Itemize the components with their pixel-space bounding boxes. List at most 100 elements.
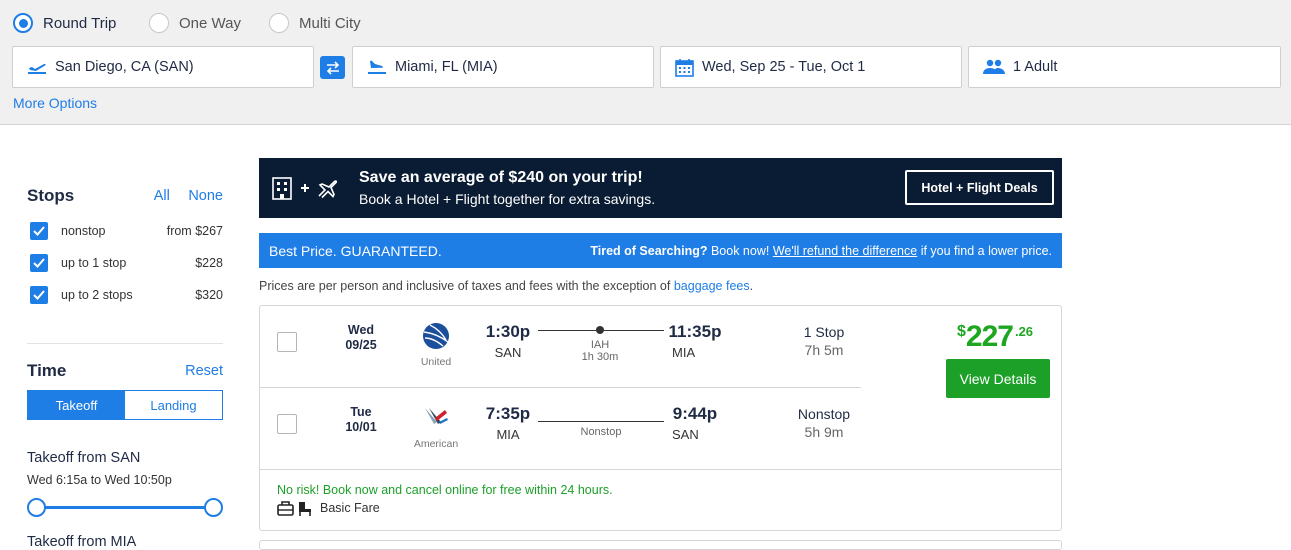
stop-dot-icon: [596, 326, 604, 334]
depart-time: 7:35p: [485, 404, 531, 423]
time-tabs: Takeoff Landing: [27, 390, 223, 420]
calendar-icon: [675, 58, 694, 77]
arrive-time: 9:44p: [672, 404, 718, 423]
next-result-card: [259, 540, 1062, 550]
stops-count: Nonstop: [797, 406, 851, 422]
select-leg-checkbox[interactable]: [277, 414, 297, 434]
travelers-field[interactable]: 1 Adult: [968, 46, 1281, 88]
airline-block: United: [406, 322, 466, 368]
stops-header: Stops All None: [27, 186, 223, 206]
round-trip-label: Round Trip: [43, 14, 117, 32]
return-leg: Tue 10/01 American 7:35p MIA Nonstop 9:4…: [260, 388, 860, 470]
airline-name: American: [413, 438, 459, 450]
american-logo-icon: [425, 408, 448, 424]
checkbox-checked-icon[interactable]: [30, 222, 48, 240]
leg-date-value: 09/25: [345, 338, 377, 352]
guarantee-label: Best Price. GUARANTEED.: [269, 243, 442, 259]
guarantee-text2: if you find a lower price.: [920, 243, 1052, 258]
slider-handle-min[interactable]: [27, 498, 46, 517]
time-title: Time: [27, 361, 67, 380]
depart-airport: SAN: [494, 345, 522, 360]
takeoff-mia-label: Takeoff from MIA: [27, 534, 137, 550]
radio-icon: [149, 13, 169, 33]
origin-field[interactable]: San Diego, CA (SAN): [12, 46, 314, 88]
view-details-button[interactable]: View Details: [946, 359, 1050, 398]
slider-handle-max[interactable]: [204, 498, 223, 517]
guarantee-right: Tired of Searching? Book now! We'll refu…: [590, 244, 1052, 258]
hotel-flight-promo: Save an average of $240 on your trip! Bo…: [259, 158, 1062, 218]
flight-result-card: Wed 09/25 United 1:30p SAN IAH 1h 30m 11…: [259, 305, 1062, 531]
one-way-label: One Way: [179, 14, 241, 32]
multi-city-label: Multi City: [299, 14, 361, 32]
outbound-leg: Wed 09/25 United 1:30p SAN IAH 1h 30m 11…: [260, 306, 861, 388]
notice-text: Prices are per person and inclusive of t…: [259, 279, 671, 293]
via-airport: IAH: [590, 339, 610, 351]
stops-block: 1 Stop 7h 5m: [764, 324, 884, 358]
more-options-link[interactable]: More Options: [13, 95, 97, 111]
via-label: Nonstop: [580, 426, 622, 438]
hotel-plane-icon: [272, 177, 338, 200]
guarantee-text: Best Price. GUARANTEED.: [269, 242, 442, 259]
route-line: [538, 421, 664, 422]
leg-date: Wed 09/25: [330, 323, 392, 353]
stop-price: $228: [195, 256, 223, 270]
price-notice: Prices are per person and inclusive of t…: [259, 279, 753, 293]
takeoff-san-slider-track: [35, 506, 215, 509]
stop-label: up to 1 stop: [61, 256, 127, 270]
stops-all-link[interactable]: All: [154, 188, 170, 204]
leg-date: Tue 10/01: [330, 405, 392, 435]
radio-selected-icon: [13, 13, 33, 33]
price-symbol: $: [957, 323, 966, 340]
baggage-fees-link[interactable]: baggage fees: [674, 279, 750, 293]
price-dollars: 227: [965, 320, 1014, 353]
promo-headline: Save an average of $240 on your trip!: [359, 169, 643, 186]
price: $227.26: [957, 320, 1033, 354]
stops-title: Stops: [27, 186, 75, 205]
time-reset-link[interactable]: Reset: [185, 363, 223, 379]
layover-info: IAH 1h 30m: [570, 339, 630, 363]
tab-landing[interactable]: Landing: [125, 391, 222, 419]
landing-icon: [368, 60, 386, 74]
round-trip-radio[interactable]: Round Trip: [13, 12, 116, 34]
checkbox-checked-icon[interactable]: [30, 254, 48, 272]
date-field[interactable]: Wed, Sep 25 - Tue, Oct 1: [660, 46, 962, 88]
fare-label: Basic Fare: [320, 501, 380, 515]
card-divider: [260, 469, 1061, 470]
guarantee-bold: Tired of Searching?: [590, 243, 708, 258]
layover-duration: 1h 30m: [581, 351, 619, 363]
swap-button[interactable]: [320, 56, 345, 79]
airline-name: United: [420, 356, 452, 368]
arrive-airport: MIA: [672, 345, 696, 360]
arrive-airport: SAN: [672, 427, 699, 442]
stop-option-nonstop[interactable]: nonstop from $267: [27, 222, 223, 240]
stops-block: Nonstop 5h 9m: [764, 406, 884, 440]
depart-time: 1:30p: [485, 322, 531, 341]
price-cents: .26: [1014, 324, 1034, 339]
time-header: Time Reset: [27, 361, 223, 381]
multi-city-radio[interactable]: Multi City: [269, 12, 361, 34]
refund-link[interactable]: We'll refund the difference: [773, 244, 917, 258]
guarantee-text1: Book now!: [710, 243, 770, 258]
nonstop-info: Nonstop: [565, 426, 637, 438]
stop-option-one-stop[interactable]: up to 1 stop $228: [27, 254, 223, 272]
price-guarantee-bar: Best Price. GUARANTEED. Tired of Searchi…: [259, 233, 1062, 268]
depart-block: 7:35p MIA: [473, 404, 543, 442]
travelers-icon: [983, 59, 1005, 74]
arrive-time: 11:35p: [668, 322, 722, 341]
flight-duration: 5h 9m: [804, 424, 844, 440]
stop-price: from $267: [166, 224, 223, 238]
arrive-block: 9:44p SAN: [660, 404, 730, 442]
search-panel: Round Trip One Way Multi City San Diego,…: [0, 0, 1291, 125]
checkbox-checked-icon[interactable]: [30, 286, 48, 304]
stops-none-link[interactable]: None: [188, 188, 223, 204]
hotel-flight-deals-button[interactable]: Hotel + Flight Deals: [905, 170, 1054, 205]
select-leg-checkbox[interactable]: [277, 332, 297, 352]
tab-takeoff[interactable]: Takeoff: [28, 391, 125, 419]
takeoff-icon: [28, 63, 46, 74]
stop-option-two-stops[interactable]: up to 2 stops $320: [27, 286, 223, 304]
fare-type: Basic Fare: [277, 499, 380, 517]
destination-field[interactable]: Miami, FL (MIA): [352, 46, 654, 88]
stop-label: nonstop: [61, 224, 106, 238]
one-way-radio[interactable]: One Way: [149, 12, 241, 34]
origin-value: San Diego, CA (SAN): [55, 59, 194, 75]
